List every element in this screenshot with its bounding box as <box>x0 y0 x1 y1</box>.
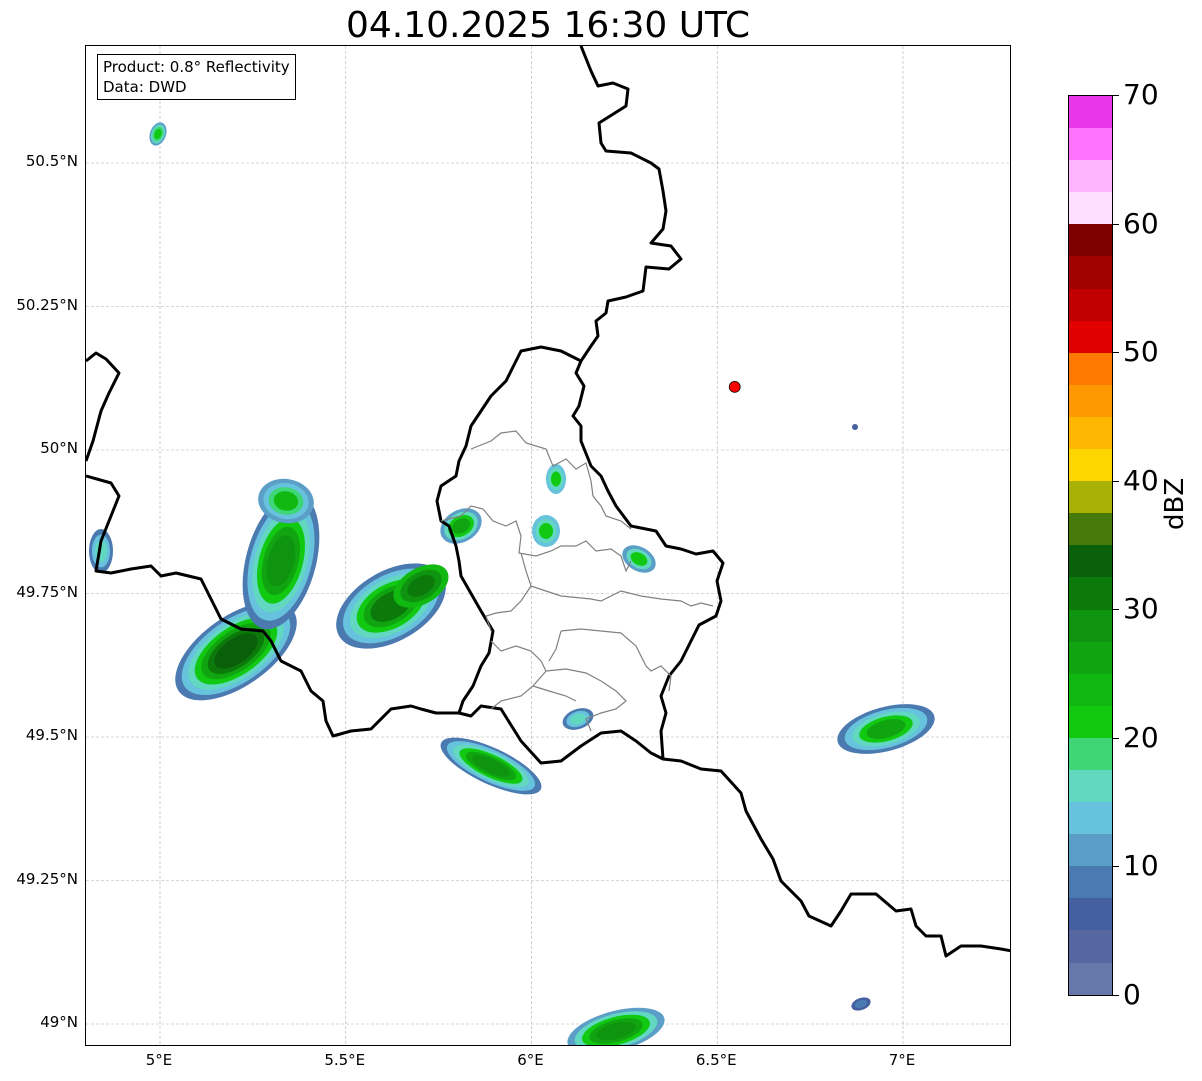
echo-cell <box>551 471 561 487</box>
colorbar-tick-label: 10 <box>1123 849 1159 883</box>
subborder-lux-inner <box>548 630 562 662</box>
lon-tick-label: 6°E <box>517 1051 544 1069</box>
colorbar-segment <box>1069 705 1112 738</box>
colorbar-tick-label: 20 <box>1123 720 1159 754</box>
colorbar-tick-mark <box>1113 223 1119 225</box>
colorbar-segment <box>1069 769 1112 803</box>
colorbar-tick-label: 60 <box>1123 206 1159 240</box>
subborder-lux-mid <box>530 585 714 607</box>
map-canvas <box>86 46 1010 1045</box>
colorbar-segment <box>1069 481 1112 514</box>
subborder-lux-east <box>560 628 672 692</box>
colorbar-tick-label: 30 <box>1123 592 1159 626</box>
data-source-text: Data: DWD <box>103 78 187 96</box>
echo-cell <box>539 523 553 539</box>
colorbar-segment <box>1069 802 1112 835</box>
colorbar-tick-mark <box>1113 737 1119 739</box>
colorbar-segment <box>1069 834 1112 867</box>
lat-tick-label: 49.5°N <box>25 726 78 744</box>
colorbar-tick-mark <box>1113 352 1119 354</box>
product-text: Product: 0.8° Reflectivity <box>103 58 290 76</box>
colorbar-segment <box>1069 641 1112 674</box>
colorbar-segment <box>1069 128 1112 161</box>
subborder-lux-southwest <box>532 685 577 702</box>
colorbar-segment <box>1069 737 1112 770</box>
echo-cell <box>852 424 858 430</box>
country-borders <box>86 46 1010 958</box>
colorbar-segment <box>1069 962 1112 995</box>
radar-site-marker <box>728 380 741 393</box>
radar-echoes <box>89 122 935 1045</box>
colorbar-segment <box>1069 513 1112 546</box>
colorbar-tick-label: 50 <box>1123 335 1159 369</box>
colorbar-segment <box>1069 577 1112 610</box>
colorbar-segment <box>1069 352 1112 385</box>
lat-tick-label: 50°N <box>40 439 78 457</box>
colorbar-tick-mark <box>1113 866 1119 868</box>
colorbar-segment <box>1069 96 1112 129</box>
colorbar-segment <box>1069 256 1112 289</box>
colorbar-segment <box>1069 930 1112 963</box>
admin-subborders <box>440 430 714 732</box>
colorbar <box>1068 95 1113 996</box>
colorbar-segment <box>1069 320 1112 353</box>
colorbar-label: dBZ <box>1160 477 1190 530</box>
radar-map <box>85 45 1011 1046</box>
colorbar-segment <box>1069 192 1112 225</box>
border-luxembourg-france <box>458 704 1010 958</box>
subborder-lux-center <box>485 552 532 632</box>
colorbar-tick-label: 0 <box>1123 978 1141 1011</box>
colorbar-tick-label: 40 <box>1123 463 1159 497</box>
lat-tick-label: 49.25°N <box>16 869 78 888</box>
colorbar-segment <box>1069 224 1112 257</box>
colorbar-tick-mark <box>1113 95 1119 96</box>
colorbar-segment <box>1069 449 1112 482</box>
map-title: 04.10.2025 16:30 UTC <box>345 5 751 46</box>
colorbar-segment <box>1069 160 1112 193</box>
info-box: Product: 0.8° Reflectivity Data: DWD <box>97 54 296 100</box>
colorbar-segment <box>1069 416 1112 450</box>
border-belgium-france-north <box>86 351 121 462</box>
lon-tick-label: 7°E <box>888 1051 916 1069</box>
colorbar-segment <box>1069 673 1112 706</box>
colorbar-tick-mark <box>1113 995 1119 996</box>
colorbar-tick-mark <box>1113 480 1119 482</box>
colorbar-segment <box>1069 866 1112 899</box>
lon-tick-label: 6.5°E <box>695 1051 737 1069</box>
colorbar-tick-label: 70 <box>1123 78 1159 111</box>
colorbar-segment <box>1069 384 1112 417</box>
lon-tick-label: 5°E <box>145 1051 173 1069</box>
colorbar-segment <box>1069 288 1112 321</box>
colorbar-tick-mark <box>1113 609 1119 611</box>
colorbar-segment <box>1069 609 1112 642</box>
colorbar-segment <box>1069 898 1112 931</box>
lat-tick-label: 50.25°N <box>16 295 78 314</box>
lat-tick-label: 49°N <box>40 1013 78 1031</box>
lat-tick-label: 49.75°N <box>16 582 78 601</box>
lat-tick-label: 50.5°N <box>25 152 78 170</box>
lon-tick-label: 5.5°E <box>324 1051 366 1069</box>
border-belgium-germany <box>571 46 725 760</box>
subborder-lux-south <box>490 640 547 710</box>
colorbar-segment <box>1069 545 1112 578</box>
